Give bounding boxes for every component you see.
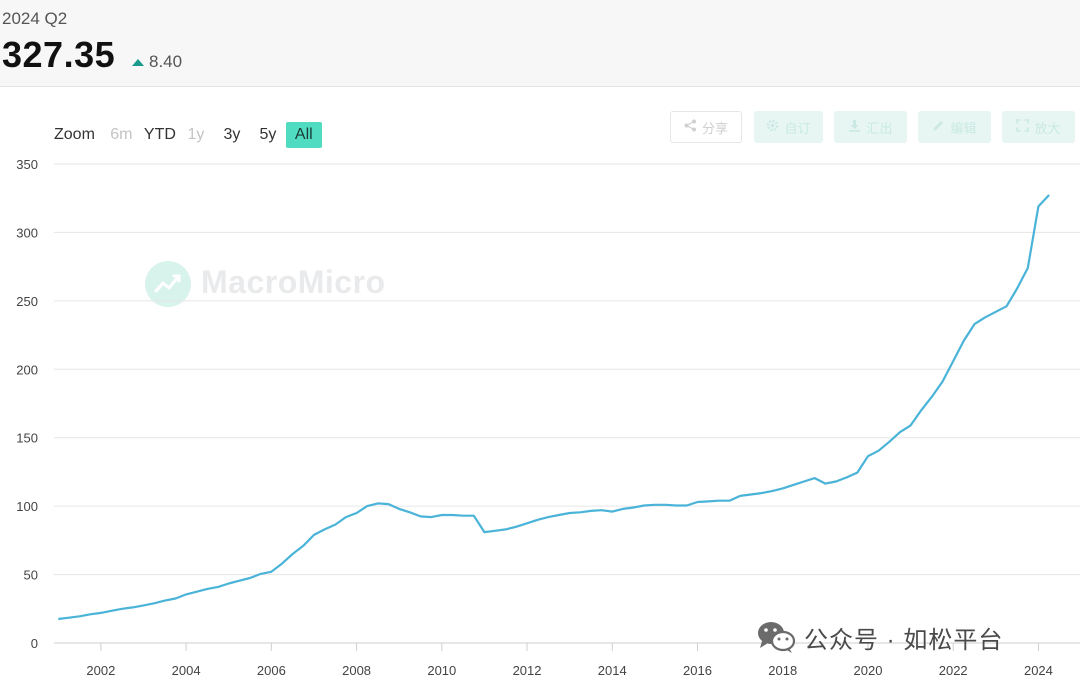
wechat-watermark: 公众号 · 如松平台 [756,620,1003,654]
x-tick-label: 2020 [854,663,883,678]
x-tick-label: 2006 [257,663,286,678]
x-tick-label: 2008 [342,663,371,678]
x-tick-label: 2010 [427,663,456,678]
y-tick-label: 50 [24,568,38,583]
y-tick-label: 100 [16,499,38,514]
wechat-icon [758,622,796,653]
y-tick-label: 350 [16,157,38,172]
y-tick-label: 300 [16,225,38,240]
wechat-text: 公众号 · 如松平台 [804,626,1004,654]
x-tick-label: 2024 [1024,663,1053,678]
series-line [58,194,1050,621]
line-chart: 0 50 100 150 200 250 300 350 2002 2004 2006 2008 20… [16,157,1080,678]
y-axis-ticks: 0 50 100 150 200 250 300 350 [16,157,38,651]
x-tick-label: 2002 [86,663,115,678]
x-tick-label: 2004 [172,663,201,678]
x-tick-label: 2014 [598,663,627,678]
y-tick-label: 200 [16,362,38,377]
y-tick-label: 0 [31,636,38,651]
x-tick-label: 2022 [939,663,968,678]
x-tick-label: 2018 [768,663,797,678]
y-tick-label: 150 [16,431,38,446]
x-tick-label: 2016 [683,663,712,678]
x-tick-label: 2012 [513,663,542,678]
y-tick-label: 250 [16,294,38,309]
